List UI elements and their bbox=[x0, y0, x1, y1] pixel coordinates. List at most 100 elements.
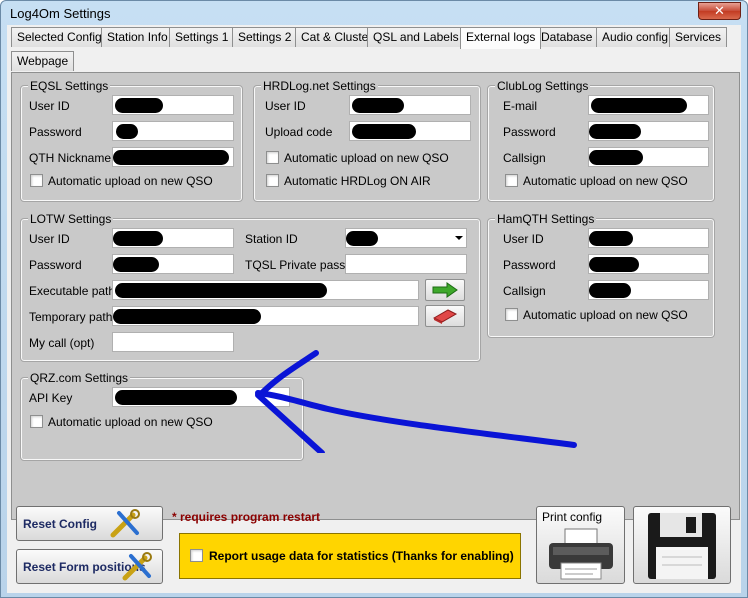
client-area: Selected Config Station Info Settings 1 … bbox=[7, 25, 741, 593]
hrdlog-user-id-input[interactable] bbox=[349, 95, 471, 115]
hamqth-user-id-input[interactable] bbox=[588, 228, 709, 248]
clublog-email-input[interactable] bbox=[588, 95, 709, 115]
clublog-email-label: E-mail bbox=[503, 99, 538, 113]
clublog-title: ClubLog Settings bbox=[495, 79, 591, 93]
tab-selected-config[interactable]: Selected Config bbox=[11, 27, 108, 47]
eqsl-group: EQSL Settings User ID Password QTH Nickn… bbox=[20, 79, 243, 202]
tab-settings-1[interactable]: Settings 1 bbox=[169, 27, 235, 47]
clublog-group: ClubLog Settings E-mail Password Callsig… bbox=[487, 79, 715, 202]
tab-services[interactable]: Services bbox=[669, 27, 728, 47]
redaction-mark bbox=[115, 283, 327, 298]
eqsl-title: EQSL Settings bbox=[28, 79, 111, 93]
redaction-mark bbox=[352, 98, 404, 113]
tab-audio-config[interactable]: Audio config bbox=[596, 27, 675, 47]
reset-forms-button[interactable]: Reset Form positions bbox=[16, 549, 163, 584]
lotw-my-call-input[interactable] bbox=[112, 332, 234, 352]
clublog-auto-upload-checkbox[interactable] bbox=[505, 174, 518, 187]
clublog-password-input[interactable] bbox=[588, 121, 709, 141]
redaction-mark bbox=[115, 98, 163, 113]
hamqth-auto-upload-checkbox[interactable] bbox=[505, 308, 518, 321]
lotw-password-label: Password bbox=[29, 258, 82, 272]
eqsl-auto-upload-checkbox[interactable] bbox=[30, 174, 43, 187]
reset-config-label: Reset Config bbox=[23, 517, 98, 531]
eqsl-auto-upload-label: Automatic upload on new QSO bbox=[48, 174, 213, 188]
clublog-callsign-input[interactable] bbox=[588, 147, 709, 167]
lotw-tqsl-label: TQSL Private pass bbox=[245, 258, 346, 272]
lotw-tqsl-input[interactable] bbox=[345, 254, 467, 274]
floppy-disk-icon bbox=[648, 513, 716, 579]
redaction-mark bbox=[589, 257, 639, 272]
chevron-down-icon bbox=[455, 236, 463, 240]
hrdlog-title: HRDLog.net Settings bbox=[261, 79, 378, 93]
hrdlog-auto-air-checkbox[interactable] bbox=[266, 174, 279, 187]
lotw-user-id-input[interactable] bbox=[112, 228, 234, 248]
lotw-password-input[interactable] bbox=[112, 254, 234, 274]
redaction-mark bbox=[589, 124, 641, 139]
hamqth-user-id-label: User ID bbox=[503, 232, 544, 246]
tab-external-logs[interactable]: External logs bbox=[460, 27, 542, 49]
redaction-mark bbox=[589, 231, 633, 246]
save-button[interactable] bbox=[633, 506, 731, 584]
lotw-station-id-label: Station ID bbox=[245, 232, 298, 246]
lotw-title: LOTW Settings bbox=[28, 212, 114, 226]
tools-icon bbox=[110, 509, 140, 538]
hrdlog-auto-upload-checkbox[interactable] bbox=[266, 151, 279, 164]
redaction-mark bbox=[589, 150, 643, 165]
tab-qsl-labels[interactable]: QSL and Labels bbox=[367, 27, 465, 47]
hamqth-callsign-input[interactable] bbox=[588, 280, 709, 300]
redaction-mark bbox=[346, 231, 378, 246]
usage-report-label: Report usage data for statistics (Thanks… bbox=[209, 549, 514, 563]
hamqth-callsign-label: Callsign bbox=[503, 284, 546, 298]
external-logs-panel: EQSL Settings User ID Password QTH Nickn… bbox=[11, 72, 740, 520]
tab-cat-cluster[interactable]: Cat & Cluster bbox=[295, 27, 379, 47]
clear-temp-button[interactable] bbox=[425, 305, 465, 327]
hrdlog-upload-code-input[interactable] bbox=[349, 121, 471, 141]
eqsl-qth-input[interactable] bbox=[112, 147, 234, 167]
redaction-mark bbox=[113, 231, 163, 246]
qrz-auto-upload-checkbox[interactable] bbox=[30, 415, 43, 428]
window-title: Log4Om Settings bbox=[10, 6, 111, 21]
close-button[interactable]: ✕ bbox=[698, 2, 741, 20]
eqsl-password-label: Password bbox=[29, 125, 82, 139]
hrdlog-upload-code-label: Upload code bbox=[265, 125, 333, 139]
redaction-mark bbox=[591, 98, 687, 113]
lotw-exec-path-label: Executable path bbox=[29, 284, 116, 298]
redaction-mark bbox=[113, 257, 159, 272]
tab-station-info[interactable]: Station Info bbox=[101, 27, 174, 47]
eqsl-password-input[interactable] bbox=[112, 121, 234, 141]
redaction-mark bbox=[116, 124, 138, 139]
hrdlog-user-id-label: User ID bbox=[265, 99, 306, 113]
browse-exec-button[interactable] bbox=[425, 279, 465, 301]
qrz-auto-upload-label: Automatic upload on new QSO bbox=[48, 415, 213, 429]
lotw-exec-path-input[interactable] bbox=[112, 280, 419, 300]
clublog-password-label: Password bbox=[503, 125, 556, 139]
title-bar: Log4Om Settings ✕ bbox=[1, 1, 747, 25]
hamqth-title: HamQTH Settings bbox=[495, 212, 597, 226]
hamqth-group: HamQTH Settings User ID Password Callsig… bbox=[487, 212, 715, 338]
tab-webpage[interactable]: Webpage bbox=[11, 51, 75, 71]
tab-settings-2[interactable]: Settings 2 bbox=[232, 27, 298, 47]
redaction-mark bbox=[589, 283, 631, 298]
blue-arrow-annotation bbox=[255, 350, 577, 453]
hrdlog-auto-air-label: Automatic HRDLog ON AIR bbox=[284, 174, 431, 188]
hamqth-password-input[interactable] bbox=[588, 254, 709, 274]
print-config-button[interactable]: Print config bbox=[536, 506, 625, 584]
qrz-api-key-label: API Key bbox=[29, 391, 73, 405]
printer-icon bbox=[549, 528, 613, 580]
eqsl-user-id-input[interactable] bbox=[112, 95, 234, 115]
reset-config-button[interactable]: Reset Config bbox=[16, 506, 163, 541]
usage-report-checkbox[interactable] bbox=[190, 549, 203, 562]
green-arrow-icon bbox=[432, 282, 458, 298]
tab-database[interactable]: Database bbox=[535, 27, 599, 47]
hamqth-password-label: Password bbox=[503, 258, 556, 272]
settings-window: Log4Om Settings ✕ Selected Config Statio… bbox=[0, 0, 748, 598]
redaction-mark bbox=[113, 150, 229, 165]
lotw-my-call-label: My call (opt) bbox=[29, 336, 95, 350]
lotw-group: LOTW Settings User ID Station ID Passwor… bbox=[20, 212, 481, 362]
print-config-label: Print config bbox=[542, 510, 603, 524]
redaction-mark bbox=[115, 390, 237, 405]
lotw-temp-path-input[interactable] bbox=[112, 306, 419, 326]
lotw-station-id-select[interactable] bbox=[345, 228, 467, 248]
redaction-mark bbox=[352, 124, 416, 139]
clublog-auto-upload-label: Automatic upload on new QSO bbox=[523, 174, 688, 188]
